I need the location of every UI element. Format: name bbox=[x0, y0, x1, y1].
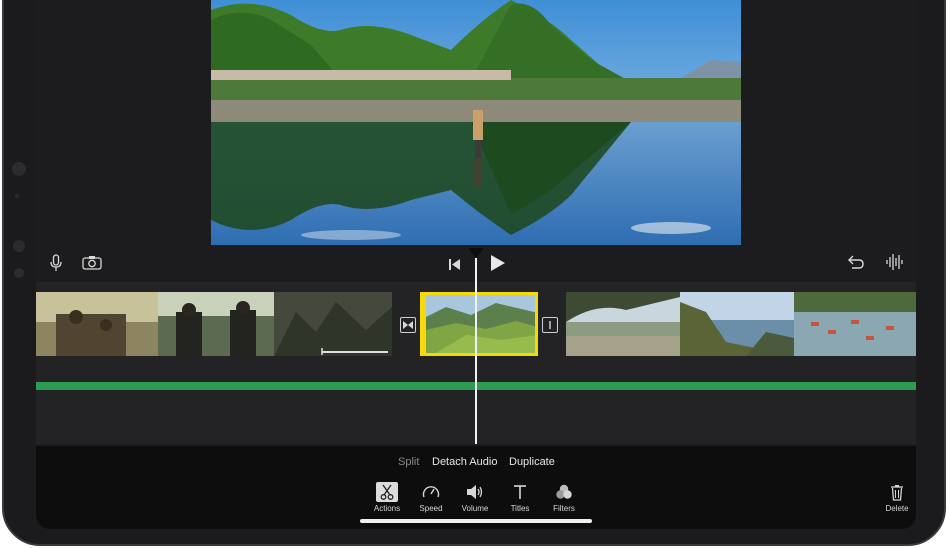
titles-tool[interactable]: Titles bbox=[502, 482, 538, 513]
speaker-icon bbox=[464, 482, 486, 502]
undo-icon[interactable] bbox=[846, 254, 864, 275]
delete-label: Delete bbox=[885, 504, 909, 513]
titles-label: Titles bbox=[510, 504, 530, 513]
selected-video-clip[interactable] bbox=[420, 292, 538, 356]
side-sensor bbox=[12, 162, 26, 176]
skip-to-start-icon[interactable] bbox=[449, 257, 460, 275]
camera-icon[interactable] bbox=[82, 255, 102, 275]
filters-circles-icon bbox=[553, 482, 575, 502]
delete-tool[interactable]: Delete bbox=[879, 482, 915, 513]
actions-label: Actions bbox=[373, 504, 401, 513]
scissors-icon bbox=[376, 482, 398, 502]
speedometer-icon bbox=[420, 482, 442, 502]
actions-tool[interactable]: Actions bbox=[369, 482, 405, 513]
detach-audio-button[interactable]: Detach Audio bbox=[432, 456, 497, 468]
video-clip[interactable] bbox=[36, 292, 392, 356]
transition-cut-icon[interactable] bbox=[542, 317, 558, 333]
side-sensor bbox=[13, 240, 25, 252]
text-t-icon bbox=[509, 482, 531, 502]
video-preview bbox=[211, 0, 741, 245]
volume-tool[interactable]: Volume bbox=[457, 482, 493, 513]
speed-tool[interactable]: Speed bbox=[413, 482, 449, 513]
microphone-icon[interactable] bbox=[50, 254, 62, 277]
imovie-screen: Split Detach Audio Duplicate Actions Spe… bbox=[36, 0, 916, 529]
speed-label: Speed bbox=[419, 504, 443, 513]
side-sensor bbox=[15, 194, 19, 198]
volume-label: Volume bbox=[461, 504, 489, 513]
play-icon[interactable] bbox=[491, 255, 505, 276]
playhead[interactable] bbox=[475, 258, 477, 444]
transition-bowtie-icon[interactable] bbox=[400, 317, 416, 333]
clip-inspector: Split Detach Audio Duplicate Actions Spe… bbox=[36, 446, 916, 529]
duplicate-button[interactable]: Duplicate bbox=[509, 456, 555, 468]
video-clip[interactable] bbox=[566, 292, 916, 356]
home-indicator[interactable] bbox=[360, 519, 592, 523]
audio-waveform-icon[interactable] bbox=[886, 254, 904, 275]
side-sensor bbox=[14, 268, 24, 278]
trash-icon bbox=[886, 482, 908, 502]
filters-label: Filters bbox=[553, 504, 575, 513]
filters-tool[interactable]: Filters bbox=[546, 482, 582, 513]
split-button[interactable]: Split bbox=[398, 456, 419, 468]
playhead-marker bbox=[468, 248, 484, 258]
